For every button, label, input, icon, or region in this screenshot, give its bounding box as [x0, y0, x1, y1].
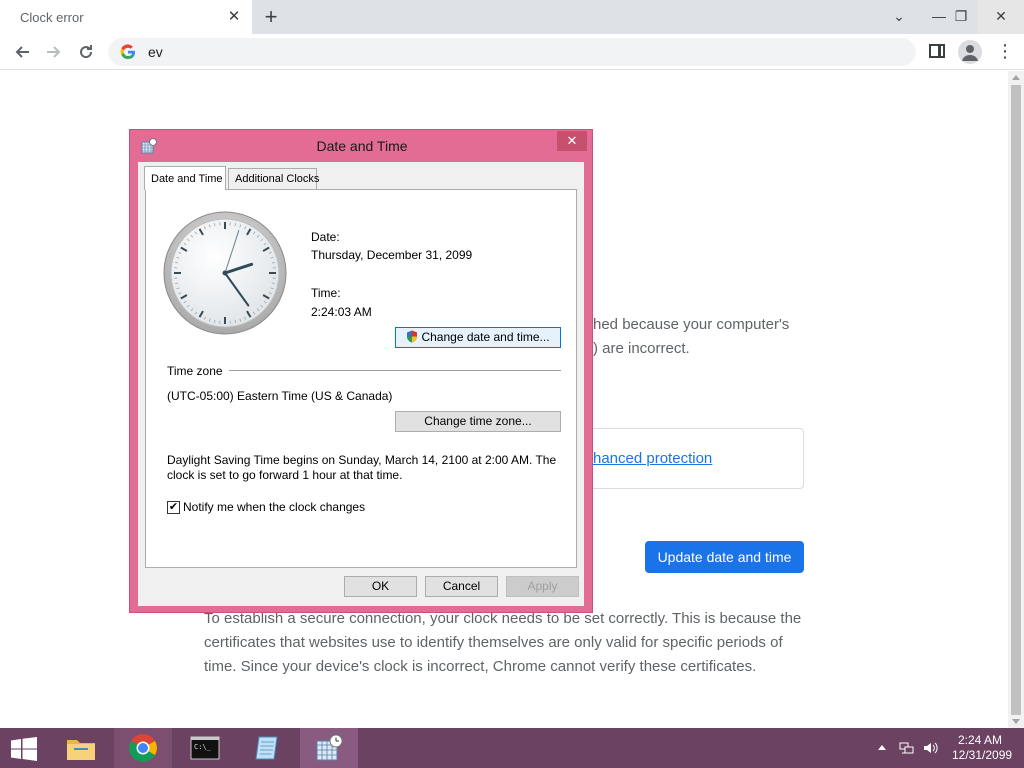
tab-strip: Clock error ✕ + ⌄ — ❐ ✕	[0, 0, 1024, 34]
cancel-button[interactable]: Cancel	[425, 576, 498, 597]
arrow-left-icon	[15, 46, 29, 58]
time-value: 2:24:03 AM	[311, 305, 372, 319]
date-time-dialog: Date and Time ✕ Date and Time Additional…	[129, 129, 593, 613]
dst-info-line2: clock is set to go forward 1 hour at tha…	[167, 468, 403, 482]
timezone-divider	[229, 370, 561, 371]
command-prompt-icon: C:\_	[190, 736, 220, 760]
change-date-time-label: Change date and time...	[421, 330, 550, 344]
uac-shield-icon	[407, 330, 418, 343]
taskbar-notepad[interactable]	[238, 728, 296, 768]
tray-time: 2:24 AM	[957, 733, 1003, 747]
reload-button[interactable]	[73, 39, 99, 65]
ok-button[interactable]: OK	[344, 576, 417, 597]
volume-icon[interactable]	[922, 740, 938, 756]
apply-button[interactable]: Apply	[506, 576, 579, 597]
window-close-icon[interactable]: ✕	[978, 0, 1024, 34]
notify-checkbox-label[interactable]: Notify me when the clock changes	[183, 500, 365, 514]
chrome-icon	[129, 734, 157, 762]
menu-dots-icon[interactable]: ⋮	[996, 40, 1014, 64]
dst-info-line1: Daylight Saving Time begins on Sunday, M…	[167, 453, 557, 467]
tray-date: 12/31/2099	[952, 748, 1013, 762]
taskbar-command-prompt[interactable]: C:\_	[176, 728, 234, 768]
scroll-thumb[interactable]	[1011, 85, 1021, 715]
checkmark-icon: ✔	[168, 501, 179, 513]
address-text: ev	[148, 44, 163, 60]
browser-toolbar: ev ⋮	[0, 34, 1024, 70]
file-explorer-icon	[67, 740, 95, 760]
taskbar-date-time[interactable]	[300, 728, 358, 768]
date-label: Date:	[311, 230, 340, 244]
new-tab-button[interactable]: +	[258, 4, 284, 30]
close-icon[interactable]: ✕	[226, 9, 242, 25]
tab-date-and-time[interactable]: Date and Time	[144, 166, 226, 190]
enhanced-protection-link[interactable]: hanced protection	[593, 450, 712, 467]
scroll-up-arrow-icon[interactable]	[1012, 75, 1020, 80]
reload-icon	[80, 45, 93, 59]
notepad-icon	[255, 736, 278, 760]
windows-start-icon[interactable]	[10, 737, 38, 761]
windows-taskbar: C:\_ 2:24 AM 12/31/2099	[0, 728, 1024, 768]
profile-icon[interactable]	[958, 40, 982, 64]
back-button[interactable]	[9, 39, 35, 65]
svg-text:C:\_: C:\_	[194, 743, 212, 751]
avatar	[962, 45, 978, 61]
date-time-tab-panel: Date: Thursday, December 31, 2099 Time: …	[145, 189, 577, 568]
network-icon[interactable]	[898, 740, 914, 756]
notify-checkbox[interactable]: ✔	[167, 501, 180, 514]
dialog-title: Date and Time	[316, 138, 408, 154]
tab-additional-clocks[interactable]: Additional Clocks	[228, 168, 319, 190]
taskbar-file-explorer[interactable]	[52, 728, 110, 768]
forward-button[interactable]	[41, 39, 67, 65]
timezone-value: (UTC-05:00) Eastern Time (US & Canada)	[167, 389, 393, 403]
date-value: Thursday, December 31, 2099	[311, 248, 473, 262]
timezone-heading: Time zone	[167, 364, 223, 378]
analog-clock	[163, 211, 287, 335]
restore-icon[interactable]: ❐	[946, 0, 976, 34]
arrow-right-icon	[47, 46, 61, 58]
update-date-time-button[interactable]: Update date and time	[645, 541, 804, 573]
tab-title: Clock error	[20, 9, 84, 25]
taskbar-chrome[interactable]	[114, 728, 172, 768]
error-description: hed because your computer's ) are incorr…	[593, 313, 813, 361]
google-g-icon	[120, 44, 135, 60]
date-time-control-panel-icon	[316, 734, 343, 761]
error-description-line1: hed because your computer's	[593, 316, 790, 333]
scroll-down-arrow-icon[interactable]	[1012, 719, 1020, 724]
address-bar[interactable]: ev	[108, 38, 916, 66]
date-time-icon	[141, 138, 157, 154]
dialog-close-button[interactable]: ✕	[557, 131, 587, 151]
side-panel-icon[interactable]	[929, 44, 945, 58]
time-label: Time:	[311, 286, 341, 300]
change-date-time-button[interactable]: Change date and time...	[395, 327, 561, 348]
show-hidden-icons[interactable]	[878, 745, 886, 750]
error-details: To establish a secure connection, your c…	[204, 610, 802, 675]
tab-search-icon[interactable]: ⌄	[884, 0, 914, 34]
page-scrollbar[interactable]	[1008, 71, 1024, 728]
change-time-zone-button[interactable]: Change time zone...	[395, 411, 561, 432]
tab-clock-error[interactable]: Clock error ✕	[0, 0, 252, 34]
dialog-client: Date and Time Additional Clocks Date: Th…	[138, 162, 584, 606]
error-description-line2: ) are incorrect.	[593, 340, 690, 357]
tray-clock[interactable]: 2:24 AM 12/31/2099	[952, 733, 1013, 763]
